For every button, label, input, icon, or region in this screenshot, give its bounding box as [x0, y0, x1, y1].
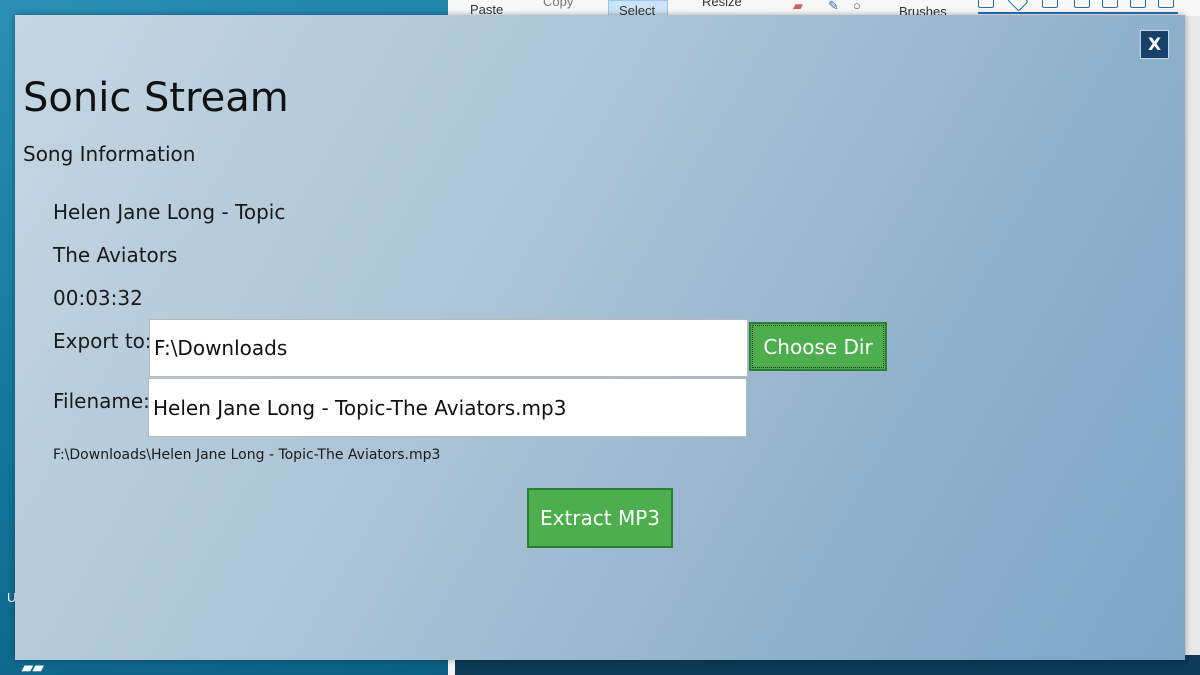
choose-dir-button[interactable]: Choose Dir: [749, 322, 887, 371]
shapes-gallery[interactable]: [978, 0, 1178, 14]
shape-square-icon[interactable]: [978, 0, 994, 8]
extract-mp3-button[interactable]: Extract MP3: [527, 488, 673, 548]
filename-input[interactable]: [148, 378, 747, 437]
ribbon-copy-label[interactable]: Copy: [543, 0, 573, 9]
shape-arrow-up-icon[interactable]: [1158, 0, 1174, 8]
ribbon-select-button[interactable]: Select: [608, 0, 668, 16]
sonic-stream-dialog: X Sonic Stream Song Information Helen Ja…: [15, 15, 1185, 660]
magnifier-icon[interactable]: ○: [853, 0, 861, 13]
shape-arrow-right-icon[interactable]: [1102, 0, 1118, 8]
color-picker-icon[interactable]: ✎: [828, 0, 839, 14]
song-artist: Helen Jane Long - Topic: [53, 200, 286, 224]
shape-arrow-left-icon[interactable]: [1130, 0, 1146, 8]
shape-hexagon-icon[interactable]: [1074, 0, 1090, 8]
filename-label: Filename:: [53, 389, 150, 413]
export-path-input[interactable]: [149, 319, 748, 377]
desktop-logo-icon: ▰▰: [22, 659, 44, 675]
song-title: The Aviators: [53, 243, 178, 267]
section-title: Song Information: [23, 142, 196, 166]
paint-scrollbar[interactable]: [1183, 16, 1200, 675]
ribbon-resize-label[interactable]: Resize: [702, 0, 742, 9]
close-button[interactable]: X: [1140, 30, 1169, 59]
export-label: Export to:: [53, 329, 152, 353]
shape-pentagon-icon[interactable]: [1042, 0, 1058, 8]
eraser-icon[interactable]: ▰: [793, 0, 803, 14]
full-output-path: F:\Downloads\Helen Jane Long - Topic-The…: [53, 447, 441, 463]
song-duration: 00:03:32: [53, 286, 143, 310]
shape-diamond-icon[interactable]: [1007, 0, 1029, 12]
app-title: Sonic Stream: [23, 75, 289, 121]
